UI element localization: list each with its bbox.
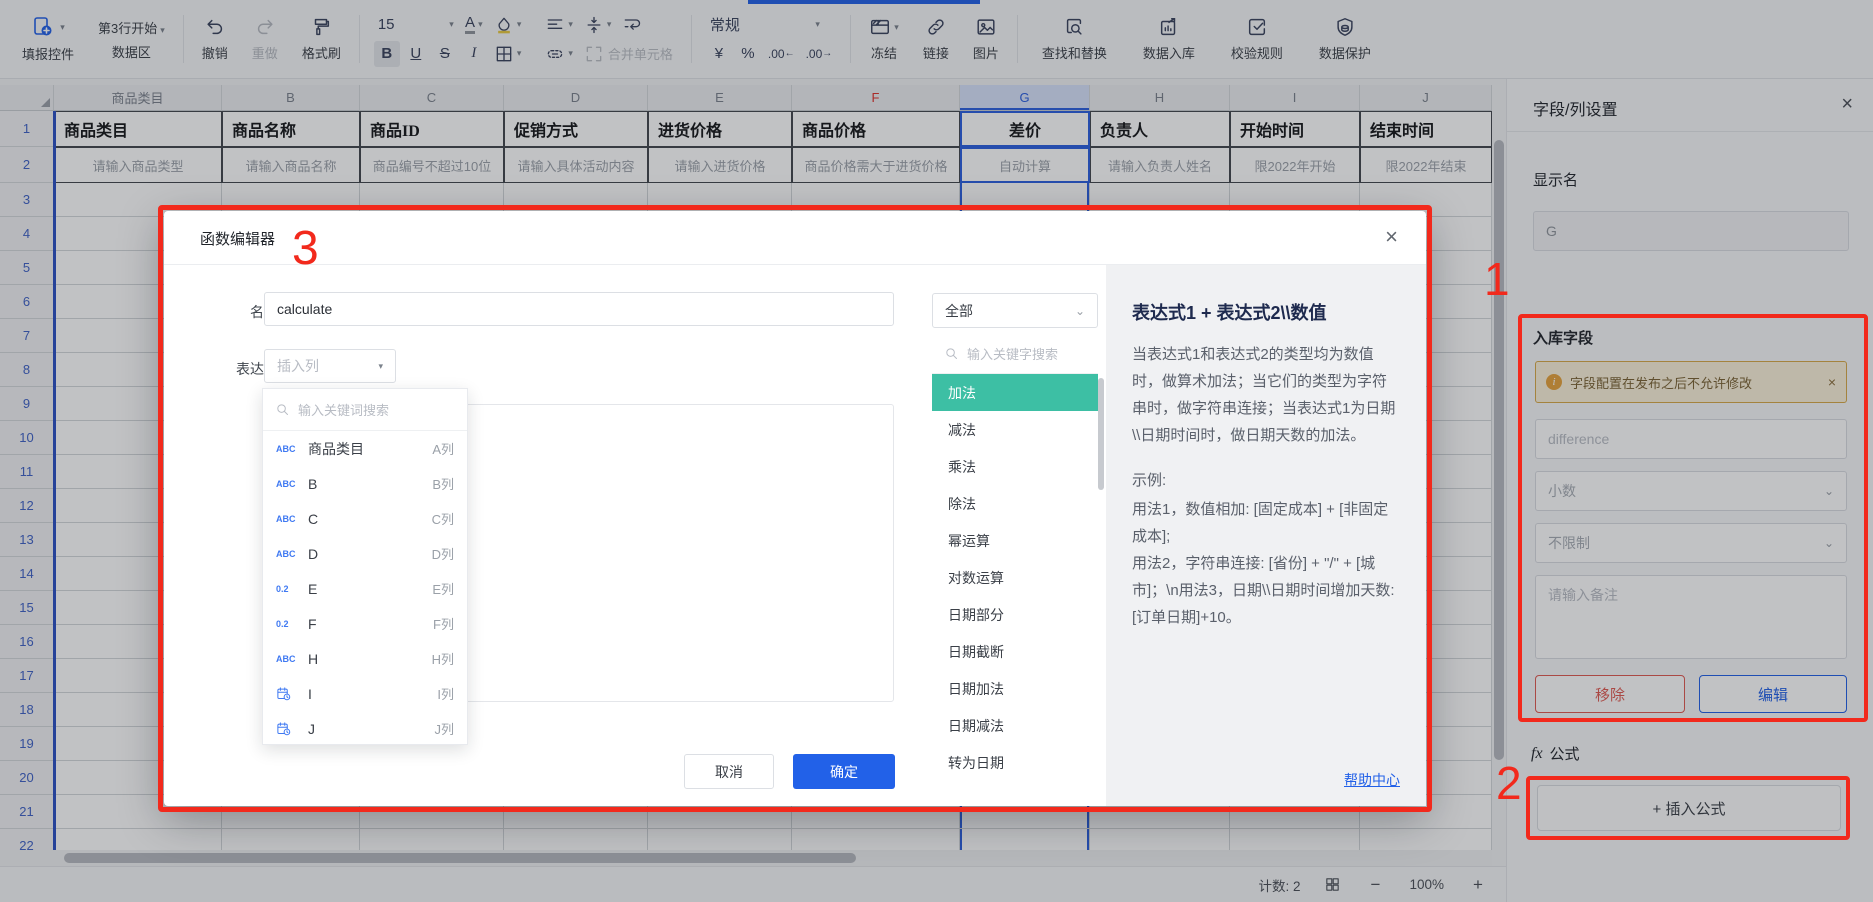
column-name: F <box>308 616 425 632</box>
function-catalogue: 全部 ⌄ 输入关键字搜索 加法 减法 乘法 除法 幂运算 对数运算 日期部分 日… <box>932 293 1106 781</box>
function-item[interactable]: 除法 <box>932 485 1098 522</box>
doc-example-label: 示例: <box>1132 469 1400 490</box>
date-type-icon <box>276 721 291 736</box>
column-option[interactable]: I I列 <box>263 676 467 711</box>
function-item-selected[interactable]: 加法 <box>932 374 1098 411</box>
column-name: E <box>308 581 424 597</box>
column-ref: C列 <box>432 509 454 528</box>
chevron-down-icon: ⌄ <box>1075 304 1085 318</box>
column-option[interactable]: J J列 <box>263 711 467 746</box>
text-type-icon: ABC <box>276 514 300 524</box>
column-ref: J列 <box>434 719 454 738</box>
doc-example: 用法1，数值相加: [固定成本] + [非固定成本]; 用法2，字符串连接: [… <box>1132 496 1400 631</box>
cancel-button[interactable]: 取消 <box>684 754 774 789</box>
column-option[interactable]: ABC C C列 <box>263 501 467 536</box>
column-ref: D列 <box>432 544 454 563</box>
function-search-placeholder: 输入关键字搜索 <box>967 344 1058 363</box>
insert-column-select[interactable]: 插入列 ▾ <box>264 349 396 383</box>
function-list-scrollbar-thumb[interactable] <box>1098 378 1104 490</box>
function-editor-dialog: 函数编辑器 × 3 名称 calculate 表达式 插入列 ▾ 输入关键词搜索… <box>164 211 1426 806</box>
function-category-select[interactable]: 全部 ⌄ <box>932 293 1098 328</box>
dialog-header: 函数编辑器 × <box>164 211 1426 265</box>
number-type-icon: 0.2 <box>276 584 300 594</box>
text-type-icon: ABC <box>276 479 300 489</box>
function-item[interactable]: 对数运算 <box>932 559 1098 596</box>
function-list: 加法 减法 乘法 除法 幂运算 对数运算 日期部分 日期截断 日期加法 日期减法… <box>932 374 1098 781</box>
column-ref: E列 <box>432 579 454 598</box>
search-icon <box>275 402 290 417</box>
close-icon[interactable]: × <box>1385 224 1398 250</box>
function-category-value: 全部 <box>945 301 973 321</box>
function-item[interactable]: 日期部分 <box>932 596 1098 633</box>
column-option[interactable]: 0.2 E E列 <box>263 571 467 606</box>
date-type-icon <box>276 686 291 701</box>
column-option[interactable]: ABC 商品类目 A列 <box>263 431 467 466</box>
dialog-title: 函数编辑器 <box>200 228 275 249</box>
function-name-value: calculate <box>277 301 332 317</box>
function-doc-panel: 表达式1 + 表达式2\\数值 当表达式1和表达式2的类型均为数值时，做算术加法… <box>1106 265 1426 806</box>
column-search-placeholder: 输入关键词搜索 <box>298 400 389 419</box>
column-name: H <box>308 651 424 667</box>
column-option[interactable]: ABC B B列 <box>263 466 467 501</box>
column-ref: I列 <box>437 684 454 703</box>
function-item[interactable]: 日期减法 <box>932 707 1098 744</box>
column-name: 商品类目 <box>308 439 424 459</box>
function-search-input[interactable]: 输入关键字搜索 <box>932 334 1098 374</box>
number-type-icon: 0.2 <box>276 619 300 629</box>
column-name: C <box>308 511 424 527</box>
column-option[interactable]: 0.2 F F列 <box>263 606 467 641</box>
doc-title: 表达式1 + 表达式2\\数值 <box>1132 299 1400 325</box>
caret-icon: ▾ <box>378 361 383 372</box>
app-window: ▾ 填报控件 第3行开始▾ 数据区 撤销 重做 格式刷 15▾ A▾ <box>0 0 1873 902</box>
column-name: J <box>308 721 426 737</box>
doc-body: 当表达式1和表达式2的类型均为数值时，做算术加法；当它们的类型为字符串时，做字符… <box>1132 341 1400 449</box>
column-search-input[interactable]: 输入关键词搜索 <box>263 389 467 431</box>
column-option[interactable]: ABC H H列 <box>263 641 467 676</box>
text-type-icon: ABC <box>276 549 300 559</box>
function-item[interactable]: 日期加法 <box>932 670 1098 707</box>
search-icon <box>944 346 959 361</box>
column-ref: A列 <box>432 439 454 458</box>
text-type-icon: ABC <box>276 654 300 664</box>
column-option[interactable]: ABC D D列 <box>263 536 467 571</box>
function-item[interactable]: 减法 <box>932 411 1098 448</box>
function-item[interactable]: 幂运算 <box>932 522 1098 559</box>
function-item[interactable]: 转为日期 <box>932 744 1098 781</box>
ok-button[interactable]: 确定 <box>793 754 895 789</box>
column-ref: H列 <box>432 649 454 668</box>
column-name: I <box>308 686 429 702</box>
function-item[interactable]: 乘法 <box>932 448 1098 485</box>
function-name-input[interactable]: calculate <box>264 292 894 326</box>
insert-column-placeholder: 插入列 <box>277 356 319 376</box>
column-ref: F列 <box>433 614 454 633</box>
column-name: B <box>308 476 424 492</box>
help-center-link[interactable]: 帮助中心 <box>1344 770 1400 790</box>
function-item[interactable]: 日期截断 <box>932 633 1098 670</box>
annotation-number-3: 3 <box>292 225 319 273</box>
column-ref: B列 <box>432 474 454 493</box>
column-name: D <box>308 546 424 562</box>
text-type-icon: ABC <box>276 444 300 454</box>
column-dropdown: 输入关键词搜索 ABC 商品类目 A列 ABC B B列 ABC C C列 ABC D D列 0… <box>262 388 468 745</box>
